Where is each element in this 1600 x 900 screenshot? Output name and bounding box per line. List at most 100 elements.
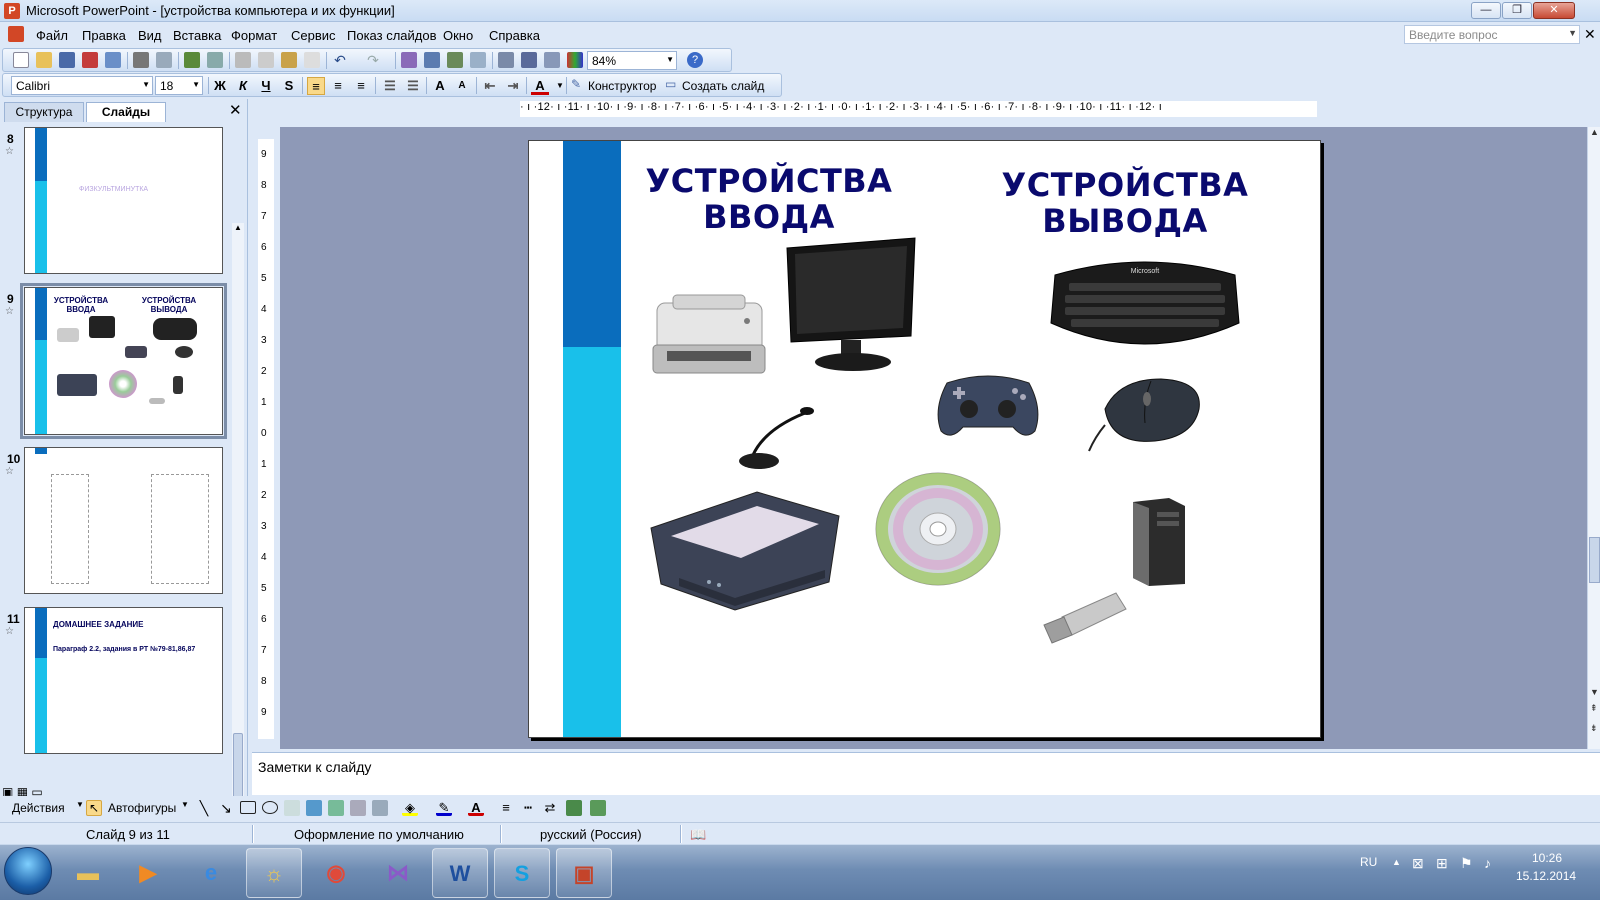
increase-font-icon[interactable]: A <box>431 77 449 95</box>
oval-icon[interactable] <box>262 801 278 814</box>
cd-disc-image[interactable] <box>874 471 1004 591</box>
spelling-icon[interactable] <box>184 52 200 68</box>
decrease-indent-icon[interactable]: ⇤ <box>481 77 499 95</box>
increase-indent-icon[interactable]: ⇥ <box>504 77 522 95</box>
clock-date[interactable]: 15.12.2014 <box>1516 869 1576 883</box>
font-select[interactable]: Calibri ▼ <box>11 76 153 95</box>
tab-slides[interactable]: Слайды <box>86 102 166 122</box>
slide-thumbnail-11[interactable]: ДОМАШНЕЕ ЗАДАНИЕ Параграф 2.2, задания в… <box>24 607 223 754</box>
italic-button[interactable]: К <box>234 77 252 95</box>
keyboard-image[interactable]: Microsoft <box>1047 253 1243 363</box>
3d-style-icon[interactable] <box>590 800 606 816</box>
menu-help[interactable]: Справка <box>489 28 540 43</box>
chevron-down-icon[interactable]: ▼ <box>142 80 150 89</box>
scroll-up-icon[interactable]: ▲ <box>1590 127 1599 137</box>
scroll-down-icon[interactable]: ▼ <box>1590 687 1599 697</box>
shadow-button[interactable]: S <box>280 77 298 95</box>
next-slide-icon[interactable]: ⇟ <box>1590 723 1598 734</box>
chevron-down-icon[interactable]: ▼ <box>181 800 197 816</box>
action-center-icon[interactable]: ⚑ <box>1460 855 1473 872</box>
help-icon[interactable]: ? <box>687 52 703 68</box>
expand-all-icon[interactable] <box>498 52 514 68</box>
undo-icon[interactable]: ↶ <box>332 52 348 68</box>
zoom-select[interactable]: 84% ▼ <box>587 51 677 70</box>
wordart-icon[interactable] <box>306 800 322 816</box>
insert-hyperlink-icon[interactable] <box>470 52 486 68</box>
notes-pane[interactable]: Заметки к слайду <box>252 752 1600 795</box>
safely-remove-icon[interactable]: ⊞ <box>1436 855 1448 872</box>
autoshapes-menu[interactable]: Автофигуры <box>108 801 176 815</box>
design-template[interactable]: Оформление по умолчанию <box>294 827 464 842</box>
menu-edit[interactable]: Правка <box>82 28 126 43</box>
close-pane-button[interactable]: ✕ <box>229 101 242 119</box>
line-color-icon[interactable]: ✎ <box>436 800 452 816</box>
new-document-icon[interactable] <box>13 52 29 68</box>
slide-title-input[interactable]: УСТРОЙСТВА ВВОДА <box>639 163 899 235</box>
copy-icon[interactable] <box>258 52 274 68</box>
new-slide-button[interactable]: Создать слайд <box>682 79 764 93</box>
paste-icon[interactable] <box>281 52 297 68</box>
font-size-select[interactable]: 18 ▼ <box>155 76 203 95</box>
monitor-image[interactable] <box>783 236 923 376</box>
microphone-image[interactable] <box>735 399 815 475</box>
underline-button[interactable]: Ч <box>257 77 275 95</box>
printer-image[interactable] <box>647 291 772 381</box>
align-left-icon[interactable]: ≡ <box>307 77 325 95</box>
menu-slideshow[interactable]: Показ слайдов <box>347 28 437 43</box>
start-button[interactable] <box>4 847 52 895</box>
explorer-icon[interactable]: ▬ <box>60 848 116 898</box>
arrow-style-icon[interactable]: ⇄ <box>542 800 558 816</box>
text-box-icon[interactable] <box>284 800 300 816</box>
font-color-icon[interactable]: A <box>468 800 484 816</box>
slides-scrollbar[interactable]: ▲ ▼ <box>232 223 244 883</box>
menu-window[interactable]: Окно <box>443 28 473 43</box>
menu-tools[interactable]: Сервис <box>291 28 336 43</box>
close-button[interactable]: ✕ <box>1533 2 1575 19</box>
internet-explorer-icon[interactable]: e <box>183 848 239 898</box>
insert-table-icon[interactable] <box>424 52 440 68</box>
scrollbar-thumb[interactable] <box>1589 537 1600 583</box>
language-status[interactable]: русский (Россия) <box>540 827 642 842</box>
previous-slide-icon[interactable]: ⇞ <box>1590 703 1598 714</box>
help-search-input[interactable]: Введите вопрос ▼ <box>1404 25 1580 44</box>
open-folder-icon[interactable] <box>36 52 52 68</box>
menu-file[interactable]: Файл <box>36 28 68 43</box>
numbered-list-icon[interactable]: ☰ <box>381 77 399 95</box>
color-grayscale-icon[interactable] <box>567 52 583 68</box>
volume-icon[interactable]: ♪ <box>1484 855 1491 871</box>
align-center-icon[interactable]: ≡ <box>329 77 347 95</box>
redo-icon[interactable]: ↷ <box>365 52 381 68</box>
language-indicator[interactable]: RU <box>1360 855 1377 869</box>
slide-scrollbar[interactable]: ▲ ▼ ⇞ ⇟ <box>1587 127 1600 749</box>
permission-icon[interactable] <box>82 52 98 68</box>
chevron-down-icon[interactable]: ▼ <box>192 80 200 89</box>
show-formatting-icon[interactable] <box>521 52 537 68</box>
shadow-style-icon[interactable] <box>566 800 582 816</box>
slide-thumbnail-10[interactable] <box>24 447 223 594</box>
system-unit-image[interactable] <box>1129 496 1189 588</box>
insert-chart-icon[interactable] <box>401 52 417 68</box>
network-icon[interactable]: ⊠ <box>1412 855 1424 872</box>
usb-flash-drive-image[interactable] <box>1034 587 1134 653</box>
print-icon[interactable] <box>133 52 149 68</box>
menu-view[interactable]: Вид <box>138 28 162 43</box>
designer-button[interactable]: Конструктор <box>588 79 656 93</box>
visual-studio-icon[interactable]: ⋈ <box>370 848 426 898</box>
slide-thumbnail-8[interactable]: ФИЗКУЛЬТМИНУТКА <box>24 127 223 274</box>
minimize-button[interactable]: — <box>1471 2 1501 19</box>
fill-color-icon[interactable]: ◈ <box>402 800 418 816</box>
font-color-icon[interactable]: A <box>531 77 549 95</box>
word-icon[interactable]: W <box>432 848 488 898</box>
slide-thumbnail-9[interactable]: УСТРОЙСТВА ВВОДА УСТРОЙСТВА ВЫВОДА <box>20 283 227 439</box>
media-player-icon[interactable]: ▶ <box>120 848 176 898</box>
document-icon[interactable] <box>8 26 24 42</box>
show-hidden-icons-icon[interactable]: ▲ <box>1392 857 1401 867</box>
dash-style-icon[interactable]: ┅ <box>520 800 536 816</box>
arrow-icon[interactable]: ↘ <box>218 800 234 816</box>
show-grid-icon[interactable] <box>544 52 560 68</box>
chevron-down-icon[interactable]: ▼ <box>666 55 674 64</box>
tables-borders-icon[interactable] <box>447 52 463 68</box>
select-arrow-icon[interactable]: ↖ <box>86 800 102 816</box>
menu-insert[interactable]: Вставка <box>173 28 221 43</box>
slide-title-output[interactable]: УСТРОЙСТВА ВЫВОДА <box>995 167 1255 239</box>
